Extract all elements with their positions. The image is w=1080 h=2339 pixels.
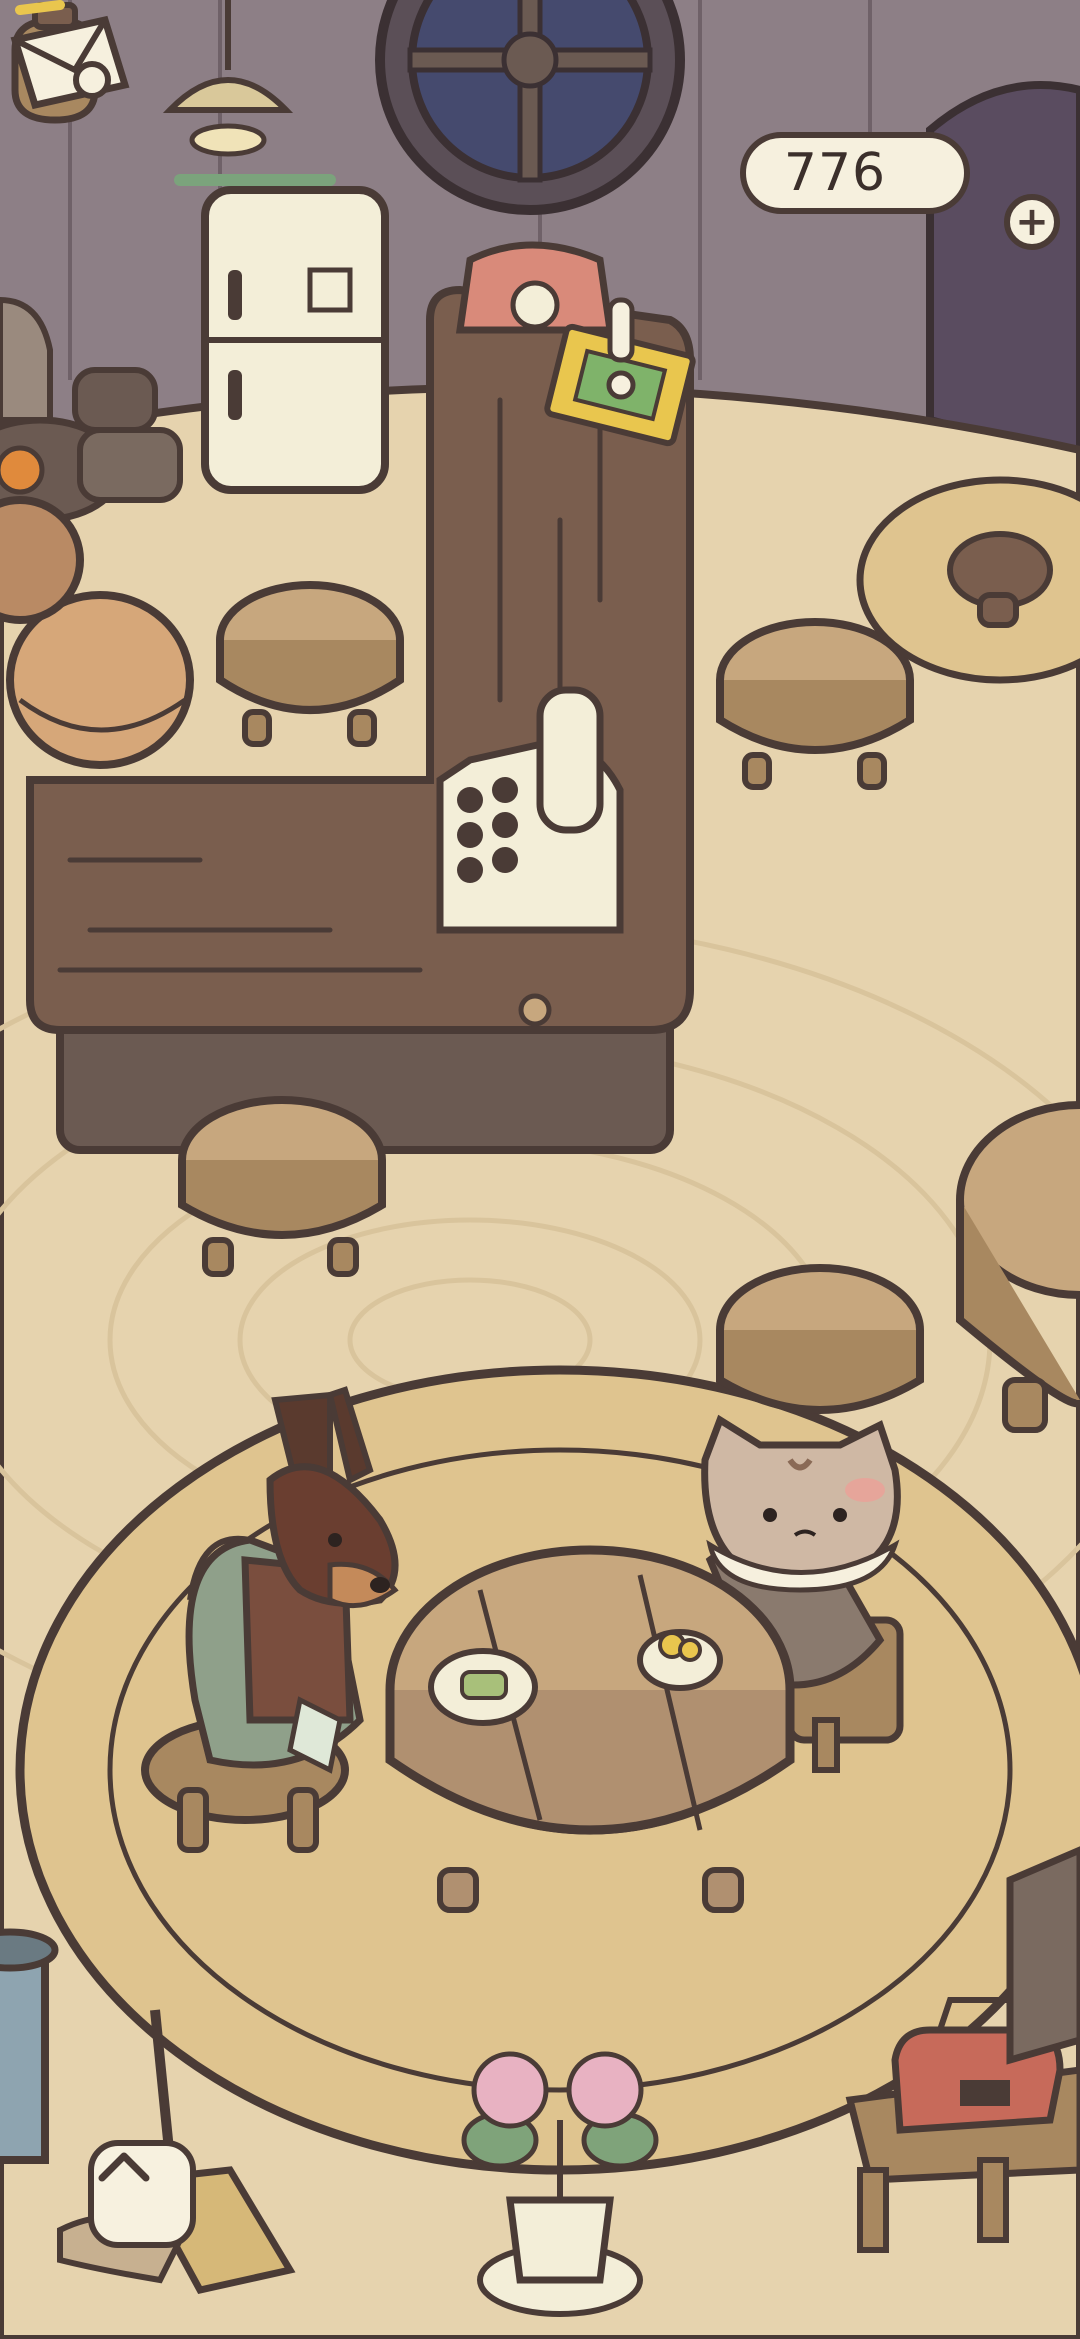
trash-bin <box>0 1928 59 2164</box>
expand-menu-button[interactable] <box>88 2140 196 2248</box>
coin-count: 776 <box>783 143 887 203</box>
coin-counter[interactable]: 776 <box>740 132 970 214</box>
fridge <box>174 174 389 494</box>
stool-behind-cat <box>716 1264 924 1414</box>
add-coins-button[interactable]: + <box>1004 194 1060 250</box>
letter-icon[interactable] <box>0 0 140 120</box>
chevron-up-icon <box>98 2152 150 2182</box>
exclamation-icon <box>606 297 636 400</box>
cabinet-right <box>1006 1846 1080 2065</box>
cafe-scene: 776 + <box>0 0 1080 2339</box>
telephone <box>455 241 615 334</box>
plus-icon: + <box>1015 199 1049 245</box>
cafe-illustration <box>0 0 1080 2339</box>
